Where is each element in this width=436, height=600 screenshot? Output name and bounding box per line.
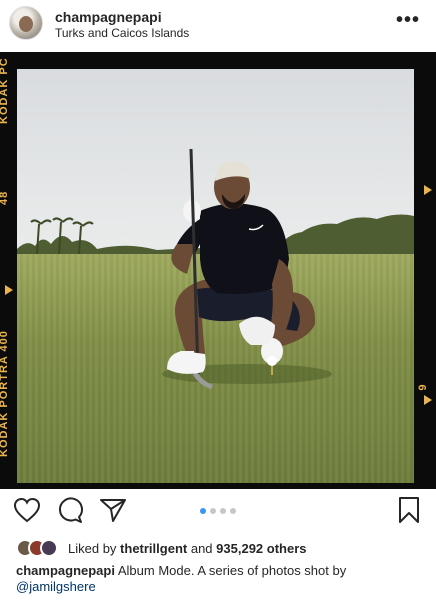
post-header: champagnepapi Turks and Caicos Islands •…: [0, 0, 436, 49]
film-arrow-right-bottom: [424, 395, 432, 405]
liker-avatar[interactable]: [40, 539, 58, 557]
caption-mention[interactable]: @jamilgshere: [16, 579, 96, 594]
carousel-dot[interactable]: [220, 508, 226, 514]
golfer-figure: [162, 148, 332, 389]
likes-count[interactable]: 935,292 others: [216, 541, 306, 556]
likes-row: Liked by thetrillgent and 935,292 others: [16, 539, 426, 557]
likes-text: Liked by thetrillgent and 935,292 others: [68, 541, 307, 556]
liked-by-prefix: Liked by: [68, 541, 117, 556]
photo-frame: [17, 69, 414, 483]
liked-by-user[interactable]: thetrillgent: [120, 541, 187, 556]
caption-username[interactable]: champagnepapi: [16, 563, 115, 578]
film-arrow-right-top: [424, 185, 432, 195]
carousel-dot[interactable]: [200, 508, 206, 514]
liked-by-and: and: [190, 541, 213, 556]
caption-text: Album Mode. A series of photos shot by: [117, 563, 347, 578]
carousel-dot[interactable]: [210, 508, 216, 514]
film-edge-label-top: KODAK PC: [0, 57, 10, 124]
caption: champagnepapi Album Mode. A series of ph…: [16, 563, 416, 595]
film-arrow-left: [5, 285, 13, 295]
film-edge-number-right: 6: [415, 384, 428, 392]
username[interactable]: champagnepapi: [55, 9, 162, 25]
location[interactable]: Turks and Caicos Islands: [55, 26, 189, 40]
film-edge-number-left: 48: [0, 190, 10, 205]
film-edge-label-bottom: KODAK PORTRA 400: [0, 330, 10, 457]
carousel-dot[interactable]: [230, 508, 236, 514]
more-icon[interactable]: •••: [396, 10, 420, 30]
user-avatar[interactable]: [9, 6, 43, 40]
post-photo[interactable]: KODAK PC 48 KODAK PORTRA 400 6: [0, 52, 436, 489]
carousel-indicator: [0, 508, 436, 516]
